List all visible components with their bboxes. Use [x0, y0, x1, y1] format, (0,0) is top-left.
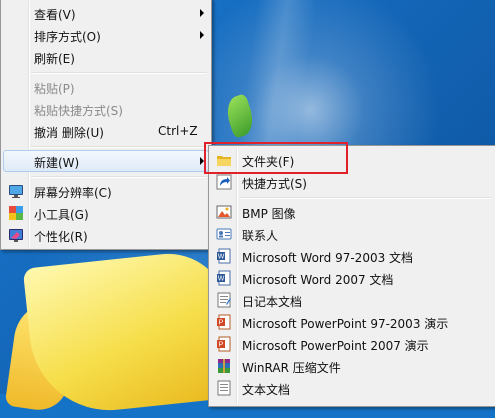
menu-item-label: 新建(W) [34, 156, 80, 170]
menu-item-label: Microsoft PowerPoint 97-2003 演示 [242, 317, 449, 331]
submenu-item-word-2007[interactable]: W Microsoft Word 2007 文档 [211, 267, 495, 289]
menu-item-label: Microsoft PowerPoint 2007 演示 [242, 339, 429, 353]
menu-item-label: 撤消 删除(U) [34, 126, 104, 140]
menu-separator [31, 72, 207, 74]
menu-item-label: 小工具(G) [34, 208, 89, 222]
menu-item-label: Microsoft Word 97-2003 文档 [242, 251, 414, 265]
journal-icon [216, 292, 232, 308]
svg-text:P: P [219, 320, 224, 327]
shortcut-icon [216, 174, 232, 190]
menu-item-label: WinRAR 压缩文件 [242, 361, 341, 375]
personalize-icon [8, 227, 24, 243]
menu-item-undo-delete[interactable]: 撤消 删除(U) Ctrl+Z [3, 120, 209, 142]
powerpoint-pptx-icon: P [216, 336, 232, 352]
menu-item-personalize[interactable]: 个性化(R) [3, 224, 209, 246]
submenu-item-text-document[interactable]: 文本文档 [211, 377, 495, 399]
menu-separator [31, 146, 207, 148]
svg-text:W: W [218, 276, 225, 283]
menu-item-sort-by[interactable]: 排序方式(O) [3, 24, 209, 46]
menu-item-label: 文本文档 [242, 383, 291, 397]
menu-item-new[interactable]: 新建(W) [3, 150, 209, 172]
submenu-arrow-icon [200, 31, 204, 39]
menu-item-gadgets[interactable]: 小工具(G) [3, 202, 209, 224]
menu-item-label: 刷新(E) [34, 52, 75, 66]
submenu-arrow-icon [200, 9, 204, 17]
submenu-item-shortcut[interactable]: 快捷方式(S) [211, 171, 495, 193]
menu-separator [239, 197, 491, 199]
menu-item-label: 查看(V) [34, 8, 76, 22]
svg-text:W: W [218, 254, 225, 261]
contact-icon [216, 226, 232, 242]
menu-item-label: 联系人 [242, 229, 279, 243]
annotation-highlight-box [204, 142, 348, 174]
submenu-item-powerpoint-2007[interactable]: P Microsoft PowerPoint 2007 演示 [211, 333, 495, 355]
menu-item-paste[interactable]: 粘贴(P) [3, 76, 209, 98]
bmp-image-icon [216, 204, 232, 220]
svg-text:P: P [219, 342, 224, 349]
menu-item-label: Microsoft Word 2007 文档 [242, 273, 394, 287]
menu-item-view[interactable]: 查看(V) [3, 2, 209, 24]
word-docx-icon: W [216, 270, 232, 286]
new-submenu: 文件夹(F) 快捷方式(S) BMP 图像 联系人 W Microsoft Wo… [208, 145, 495, 407]
powerpoint-ppt-icon: P [216, 314, 232, 330]
menu-item-screen-resolution[interactable]: 屏幕分辨率(C) [3, 180, 209, 202]
submenu-item-contact[interactable]: 联系人 [211, 223, 495, 245]
submenu-item-powerpoint-97-2003[interactable]: P Microsoft PowerPoint 97-2003 演示 [211, 311, 495, 333]
submenu-item-word-97-2003[interactable]: W Microsoft Word 97-2003 文档 [211, 245, 495, 267]
winrar-icon [216, 358, 232, 374]
menu-item-paste-shortcut[interactable]: 粘贴快捷方式(S) [3, 98, 209, 120]
menu-separator [31, 176, 207, 178]
submenu-item-bmp-image[interactable]: BMP 图像 [211, 201, 495, 223]
menu-item-label: BMP 图像 [242, 207, 296, 221]
gadgets-icon [8, 205, 24, 221]
menu-item-refresh[interactable]: 刷新(E) [3, 46, 209, 68]
menu-item-label: 粘贴快捷方式(S) [34, 104, 123, 118]
menu-item-shortcut: Ctrl+Z [158, 124, 198, 138]
word-doc-icon: W [216, 248, 232, 264]
submenu-item-winrar[interactable]: WinRAR 压缩文件 [211, 355, 495, 377]
menu-item-label: 个性化(R) [34, 230, 88, 244]
desktop-context-menu: 查看(V) 排序方式(O) 刷新(E) 粘贴(P) 粘贴快捷方式(S) 撤消 删… [0, 0, 212, 250]
submenu-item-journal[interactable]: 日记本文档 [211, 289, 495, 311]
menu-item-label: 快捷方式(S) [242, 177, 307, 191]
menu-item-label: 日记本文档 [242, 295, 303, 309]
menu-item-label: 排序方式(O) [34, 30, 101, 44]
display-settings-icon [8, 183, 24, 199]
menu-item-label: 屏幕分辨率(C) [34, 186, 112, 200]
menu-item-label: 粘贴(P) [34, 82, 75, 96]
